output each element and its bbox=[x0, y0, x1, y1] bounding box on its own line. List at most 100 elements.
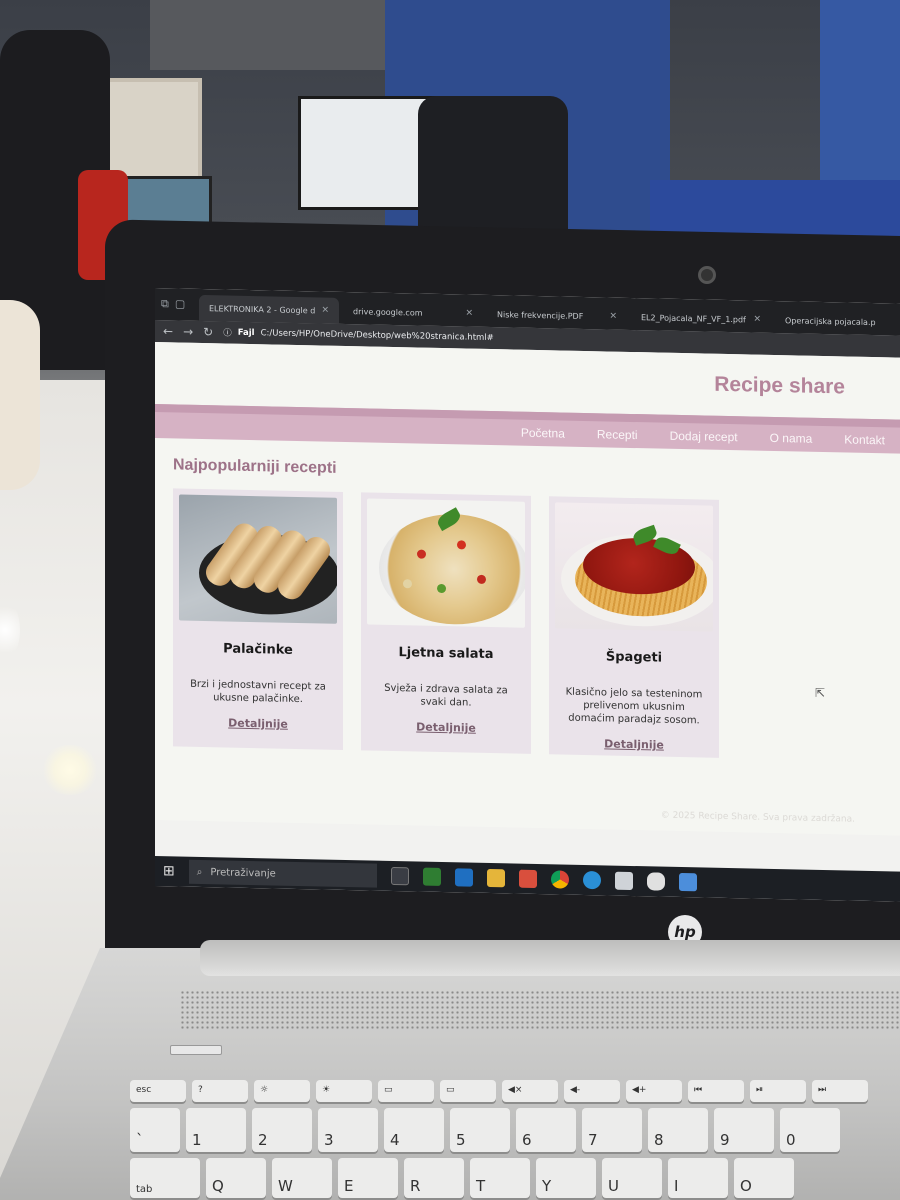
keyboard: esc ? ☼ ☀ ▭ ▭ ◀× ◀- ◀+ ⏮ ⏯ ⏭ ` 1 2 3 4 5… bbox=[130, 1080, 900, 1200]
key-volume-up[interactable]: ◀+ bbox=[626, 1080, 682, 1102]
tomato bbox=[417, 549, 426, 559]
brand-text: hp bbox=[674, 923, 696, 941]
recipe-title: Špageti bbox=[605, 649, 663, 666]
background-window bbox=[150, 0, 390, 70]
key-play[interactable]: ⏯ bbox=[750, 1080, 806, 1102]
back-arrow-icon[interactable]: ← bbox=[163, 324, 173, 338]
tab-actions-icon[interactable]: ▢ bbox=[175, 297, 185, 311]
app-icon[interactable] bbox=[678, 872, 697, 892]
key-brightness-up[interactable]: ☀ bbox=[316, 1080, 372, 1102]
key-prev-track[interactable]: ⏮ bbox=[688, 1080, 744, 1102]
info-icon[interactable]: ⓘ bbox=[223, 326, 232, 338]
key-q[interactable]: Q bbox=[206, 1158, 266, 1198]
url-scheme-label: Fajl bbox=[237, 327, 255, 339]
close-icon[interactable]: ✕ bbox=[609, 312, 617, 322]
browser-tab[interactable]: drive.google.com ✕ bbox=[343, 298, 483, 327]
tomato bbox=[477, 574, 486, 584]
nav-link-recepti[interactable]: Recepti bbox=[597, 427, 638, 442]
close-icon[interactable]: ✕ bbox=[465, 309, 473, 319]
url-field[interactable]: ⓘ Fajl C:/Users/HP/OneDrive/Desktop/web%… bbox=[223, 326, 494, 344]
laptop-screen: ⧉ ▢ ELEKTRONIKA 2 - Google d ✕ drive.googl… bbox=[155, 288, 900, 902]
key-f5[interactable]: ▭ bbox=[440, 1080, 496, 1102]
key-o[interactable]: O bbox=[734, 1158, 794, 1198]
recipe-title: Ljetna salata bbox=[398, 645, 494, 663]
power-button[interactable] bbox=[170, 1045, 222, 1055]
key-display[interactable]: ▭ bbox=[378, 1080, 434, 1102]
rice bbox=[403, 579, 412, 589]
key-tab[interactable]: tab bbox=[130, 1158, 200, 1198]
recipe-card: Ljetna salata Svježa i zdrava salata za … bbox=[361, 492, 531, 754]
window-controls[interactable]: ⧉ ▢ bbox=[161, 297, 195, 321]
recipe-card: Palačinke Brzi i jednostavni recept za u… bbox=[173, 488, 343, 750]
recipe-description: Klasično jelo sa testeninom prelivenom u… bbox=[565, 686, 703, 727]
recipe-description: Svježa i zdrava salata za svaki dan. bbox=[384, 682, 508, 709]
photos-icon[interactable] bbox=[518, 869, 537, 888]
store-icon[interactable] bbox=[422, 867, 441, 886]
browser-tab[interactable]: EL2_Pojacala_NF_VF_1.pdf ✕ bbox=[631, 304, 771, 333]
details-link[interactable]: Detaljnije bbox=[228, 717, 288, 731]
database-icon[interactable] bbox=[646, 872, 665, 891]
edge-icon[interactable] bbox=[582, 870, 601, 890]
mouse-cursor-icon: ⇱ bbox=[815, 685, 826, 701]
key-i[interactable]: I bbox=[668, 1158, 728, 1198]
browser-tab[interactable]: Niske frekvencije.PDF ✕ bbox=[487, 301, 627, 330]
details-link[interactable]: Detaljnije bbox=[604, 737, 664, 751]
key-volume-down[interactable]: ◀- bbox=[564, 1080, 620, 1102]
key-u[interactable]: U bbox=[602, 1158, 662, 1198]
light-reflection bbox=[40, 745, 100, 795]
key-5[interactable]: 5 bbox=[450, 1108, 510, 1152]
app-icon[interactable] bbox=[614, 871, 633, 891]
windows-start-icon[interactable]: ⊞ bbox=[163, 863, 175, 879]
key-9[interactable]: 9 bbox=[714, 1108, 774, 1152]
key-8[interactable]: 8 bbox=[648, 1108, 708, 1152]
pancakes-image bbox=[179, 494, 337, 624]
speaker-grille bbox=[180, 990, 900, 1030]
key-next-track[interactable]: ⏭ bbox=[812, 1080, 868, 1102]
letter-key-row: tab Q W E R T Y U I O bbox=[130, 1158, 900, 1198]
outlook-icon[interactable] bbox=[454, 868, 473, 887]
key-help[interactable]: ? bbox=[192, 1080, 248, 1102]
nav-link-o-nama[interactable]: O nama bbox=[770, 431, 813, 446]
bowl bbox=[379, 512, 525, 626]
nav-link-pocetna[interactable]: Početna bbox=[521, 426, 565, 441]
key-7[interactable]: 7 bbox=[582, 1108, 642, 1152]
key-esc[interactable]: esc bbox=[130, 1080, 186, 1102]
key-w[interactable]: W bbox=[272, 1158, 332, 1198]
url-text: C:/Users/HP/OneDrive/Desktop/web%20stran… bbox=[260, 328, 494, 344]
key-6[interactable]: 6 bbox=[516, 1108, 576, 1152]
details-link[interactable]: Detaljnije bbox=[416, 720, 476, 734]
file-explorer-icon[interactable] bbox=[486, 868, 505, 888]
tomato bbox=[457, 540, 466, 550]
key-3[interactable]: 3 bbox=[318, 1108, 378, 1152]
taskbar-search[interactable]: ⌕ Pretraživanje bbox=[188, 859, 377, 888]
key-t[interactable]: T bbox=[470, 1158, 530, 1198]
bag bbox=[0, 300, 40, 490]
chrome-icon[interactable] bbox=[550, 870, 569, 889]
nav-link-dodaj-recept[interactable]: Dodaj recept bbox=[670, 429, 738, 444]
key-0[interactable]: 0 bbox=[780, 1108, 840, 1152]
key-brightness-down[interactable]: ☼ bbox=[254, 1080, 310, 1102]
key-mute[interactable]: ◀× bbox=[502, 1080, 558, 1102]
herb bbox=[437, 583, 446, 594]
key-backtick[interactable]: ` bbox=[130, 1108, 180, 1152]
close-icon[interactable]: ✕ bbox=[753, 315, 761, 325]
tab-label: Operacijska pojacala.p bbox=[785, 315, 876, 327]
key-r[interactable]: R bbox=[404, 1158, 464, 1198]
reload-icon[interactable]: ↻ bbox=[203, 325, 213, 339]
office-chair-middle bbox=[418, 96, 568, 246]
browser-tab[interactable]: Operacijska pojacala.p bbox=[775, 307, 900, 336]
key-e[interactable]: E bbox=[338, 1158, 398, 1198]
laptop-hinge bbox=[200, 940, 900, 976]
site-footer: © 2025 Recipe Share. Sva prava zadržana. bbox=[660, 810, 855, 825]
key-2[interactable]: 2 bbox=[252, 1108, 312, 1152]
key-1[interactable]: 1 bbox=[186, 1108, 246, 1152]
key-4[interactable]: 4 bbox=[384, 1108, 444, 1152]
browser-tab[interactable]: ELEKTRONIKA 2 - Google d ✕ bbox=[199, 294, 339, 324]
close-icon[interactable]: ✕ bbox=[321, 305, 329, 315]
forward-arrow-icon[interactable]: → bbox=[183, 325, 193, 339]
nav-link-kontakt[interactable]: Kontakt bbox=[844, 432, 885, 447]
workspaces-icon[interactable]: ⧉ bbox=[161, 297, 169, 311]
key-y[interactable]: Y bbox=[536, 1158, 596, 1198]
recipe-title: Palačinke bbox=[223, 641, 293, 658]
task-view-icon[interactable] bbox=[390, 866, 409, 886]
